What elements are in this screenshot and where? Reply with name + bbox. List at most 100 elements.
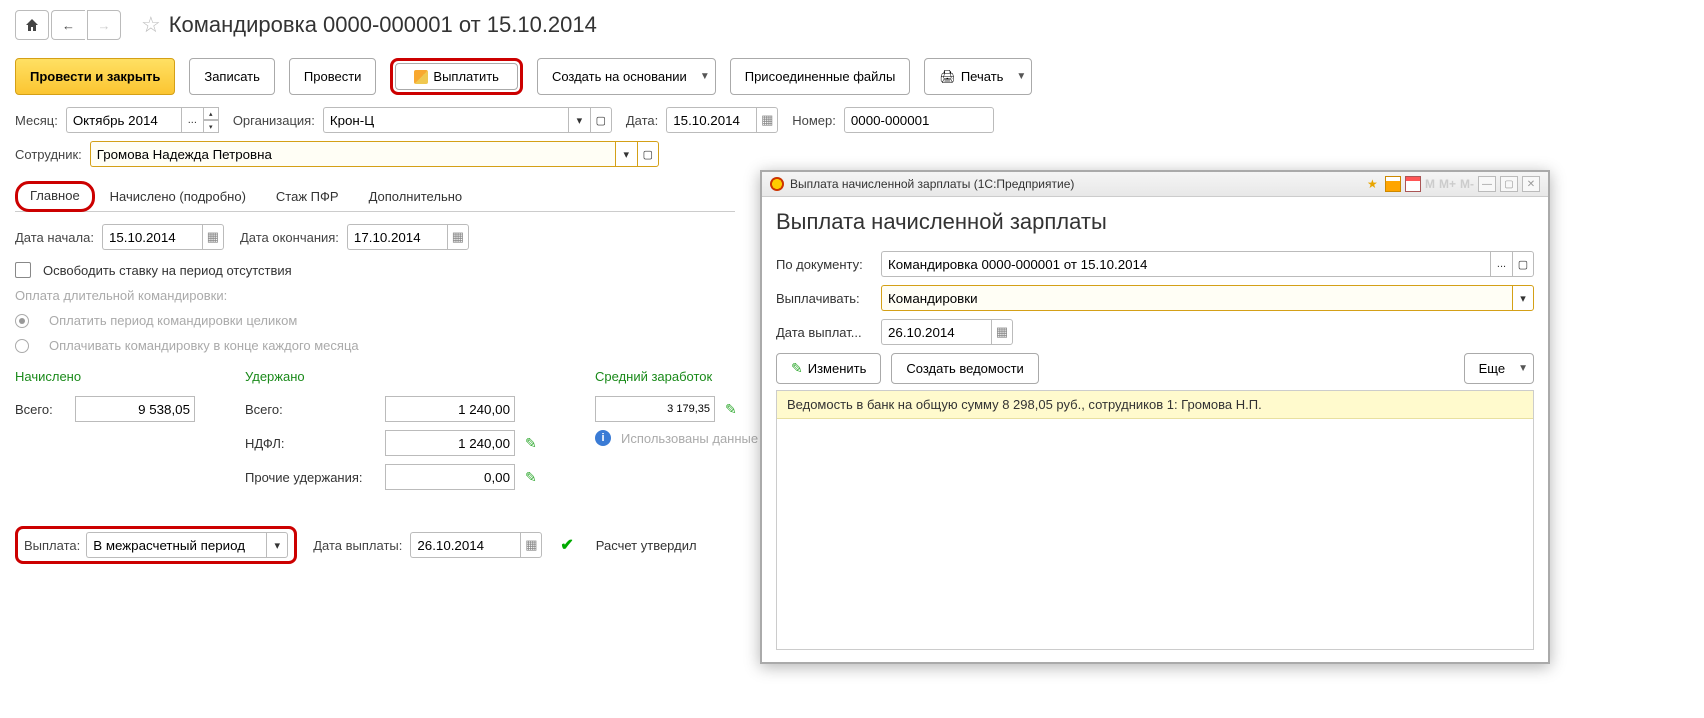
calendar-icon[interactable]: ▦ [447,224,469,250]
favorite-icon[interactable]: ★ [1367,177,1381,191]
paydate-label: Дата выплаты: [313,538,402,553]
form-row-top: Месяц: ... ▴▾ Организация: ▾ ▢ Дата: ▦ Н… [15,107,1689,133]
avg-header: Средний заработок [595,369,769,384]
modal-doc-input[interactable] [881,251,1490,277]
ndfl-label: НДФЛ: [245,436,375,451]
date-label: Дата: [626,113,658,128]
modal-date-label: Дата выплат... [776,325,881,340]
employee-dropdown[interactable]: ▾ [615,141,637,167]
post-close-button[interactable]: Провести и закрыть [15,58,175,95]
modal-doc-ellipsis[interactable]: ... [1490,251,1512,277]
salary-payment-modal: Выплата начисленной зарплаты (1С:Предпри… [760,170,1550,664]
employee-input[interactable] [90,141,615,167]
month-input[interactable] [66,107,181,133]
total-label: Всего: [15,402,65,417]
end-date-label: Дата окончания: [240,230,339,245]
favorite-icon[interactable]: ☆ [141,12,161,38]
tab-main[interactable]: Главное [15,181,95,212]
ndfl-input[interactable] [385,430,515,456]
calendar-icon[interactable]: ▦ [756,107,778,133]
app-icon [770,177,784,191]
tab-accrued[interactable]: Начислено (подробно) [95,181,261,212]
post-button[interactable]: Провести [289,58,377,95]
org-dropdown[interactable]: ▾ [568,107,590,133]
more-button[interactable]: Еще ▼ [1464,353,1534,384]
attached-files-button[interactable]: Присоединенные файлы [730,58,911,95]
month-ellipsis[interactable]: ... [181,107,203,133]
print-icon [939,69,956,85]
tab-extra[interactable]: Дополнительно [354,181,478,212]
payment-dropdown[interactable]: ▾ [266,532,288,558]
modal-pay-row: Выплачивать: ▾ [776,285,1534,311]
accrued-header: Начислено [15,369,205,384]
free-rate-label: Освободить ставку на период отсутствия [43,263,292,278]
data-used-note: Использованы данные о [621,431,769,446]
modal-window-title: Выплата начисленной зарплаты (1С:Предпри… [790,177,1074,191]
deducted-header: Удержано [245,369,555,384]
info-icon[interactable]: i [595,430,611,446]
pencil-icon[interactable]: ✎ [525,469,537,486]
edit-button[interactable]: ✎ Изменить [776,353,881,384]
m-plus-icon[interactable]: M+ [1439,177,1456,191]
month-spinner[interactable]: ▴▾ [203,107,219,133]
check-icon: ✔ [560,535,573,555]
free-rate-checkbox[interactable] [15,262,31,278]
pay-icon [414,70,428,84]
home-button[interactable] [15,10,49,40]
tab-pfr[interactable]: Стаж ПФР [261,181,354,212]
minimize-button[interactable]: — [1478,176,1496,192]
save-button[interactable]: Записать [189,58,275,95]
pay-whole-radio [15,314,29,328]
calculator-icon[interactable] [1385,176,1401,192]
close-button[interactable]: ✕ [1522,176,1540,192]
pencil-icon[interactable]: ✎ [525,435,537,452]
form-row-employee: Сотрудник: ▾ ▢ [15,141,1689,167]
end-date-input[interactable] [347,224,447,250]
month-label: Месяц: [15,113,58,128]
modal-title: Выплата начисленной зарплаты [776,209,1534,235]
print-button[interactable]: Печать ▼ [924,58,1032,95]
paydate-input[interactable] [410,532,520,558]
calendar-icon[interactable]: ▦ [520,532,542,558]
employee-open[interactable]: ▢ [637,141,659,167]
modal-titlebar[interactable]: Выплата начисленной зарплаты (1С:Предпри… [762,172,1548,197]
calendar-icon[interactable]: ▦ [991,319,1013,345]
employee-label: Сотрудник: [15,147,82,162]
modal-pay-label: Выплачивать: [776,291,881,306]
create-sheets-button[interactable]: Создать ведомости [891,353,1038,384]
tab-bar: Главное Начислено (подробно) Стаж ПФР До… [15,181,735,212]
back-button[interactable]: ← [51,10,85,40]
pencil-icon: ✎ [791,360,803,377]
approved-label: Расчет утвердил [596,538,697,553]
number-input[interactable] [844,107,994,133]
forward-button[interactable]: → [87,10,121,40]
maximize-button[interactable]: ▢ [1500,176,1518,192]
org-label: Организация: [233,113,315,128]
modal-date-input[interactable] [881,319,991,345]
number-label: Номер: [792,113,836,128]
page-title: Командировка 0000-000001 от 15.10.2014 [169,12,597,38]
deducted-total-input[interactable] [385,396,515,422]
pencil-icon[interactable]: ✎ [725,401,737,418]
chevron-down-icon: ▼ [1016,71,1026,82]
sheet-list[interactable]: Ведомость в банк на общую сумму 8 298,05… [776,390,1534,650]
org-input[interactable] [323,107,568,133]
other-input[interactable] [385,464,515,490]
date-input[interactable] [666,107,756,133]
m-icon[interactable]: M [1425,177,1435,191]
pay-monthly-radio [15,339,29,353]
create-based-button[interactable]: Создать на основании ▼ [537,58,716,95]
calendar-icon[interactable]: ▦ [202,224,224,250]
m-minus-icon[interactable]: M- [1460,177,1474,191]
start-date-input[interactable] [102,224,202,250]
pay-button-highlight: Выплатить [390,58,523,95]
modal-pay-dropdown[interactable]: ▾ [1512,285,1534,311]
avg-input[interactable] [595,396,715,422]
calendar-small-icon[interactable] [1405,176,1421,192]
payment-select[interactable] [86,532,266,558]
org-open[interactable]: ▢ [590,107,612,133]
modal-doc-open[interactable]: ▢ [1512,251,1534,277]
modal-pay-input[interactable] [881,285,1512,311]
accrued-total-input[interactable] [75,396,195,422]
pay-button[interactable]: Выплатить [395,63,518,90]
